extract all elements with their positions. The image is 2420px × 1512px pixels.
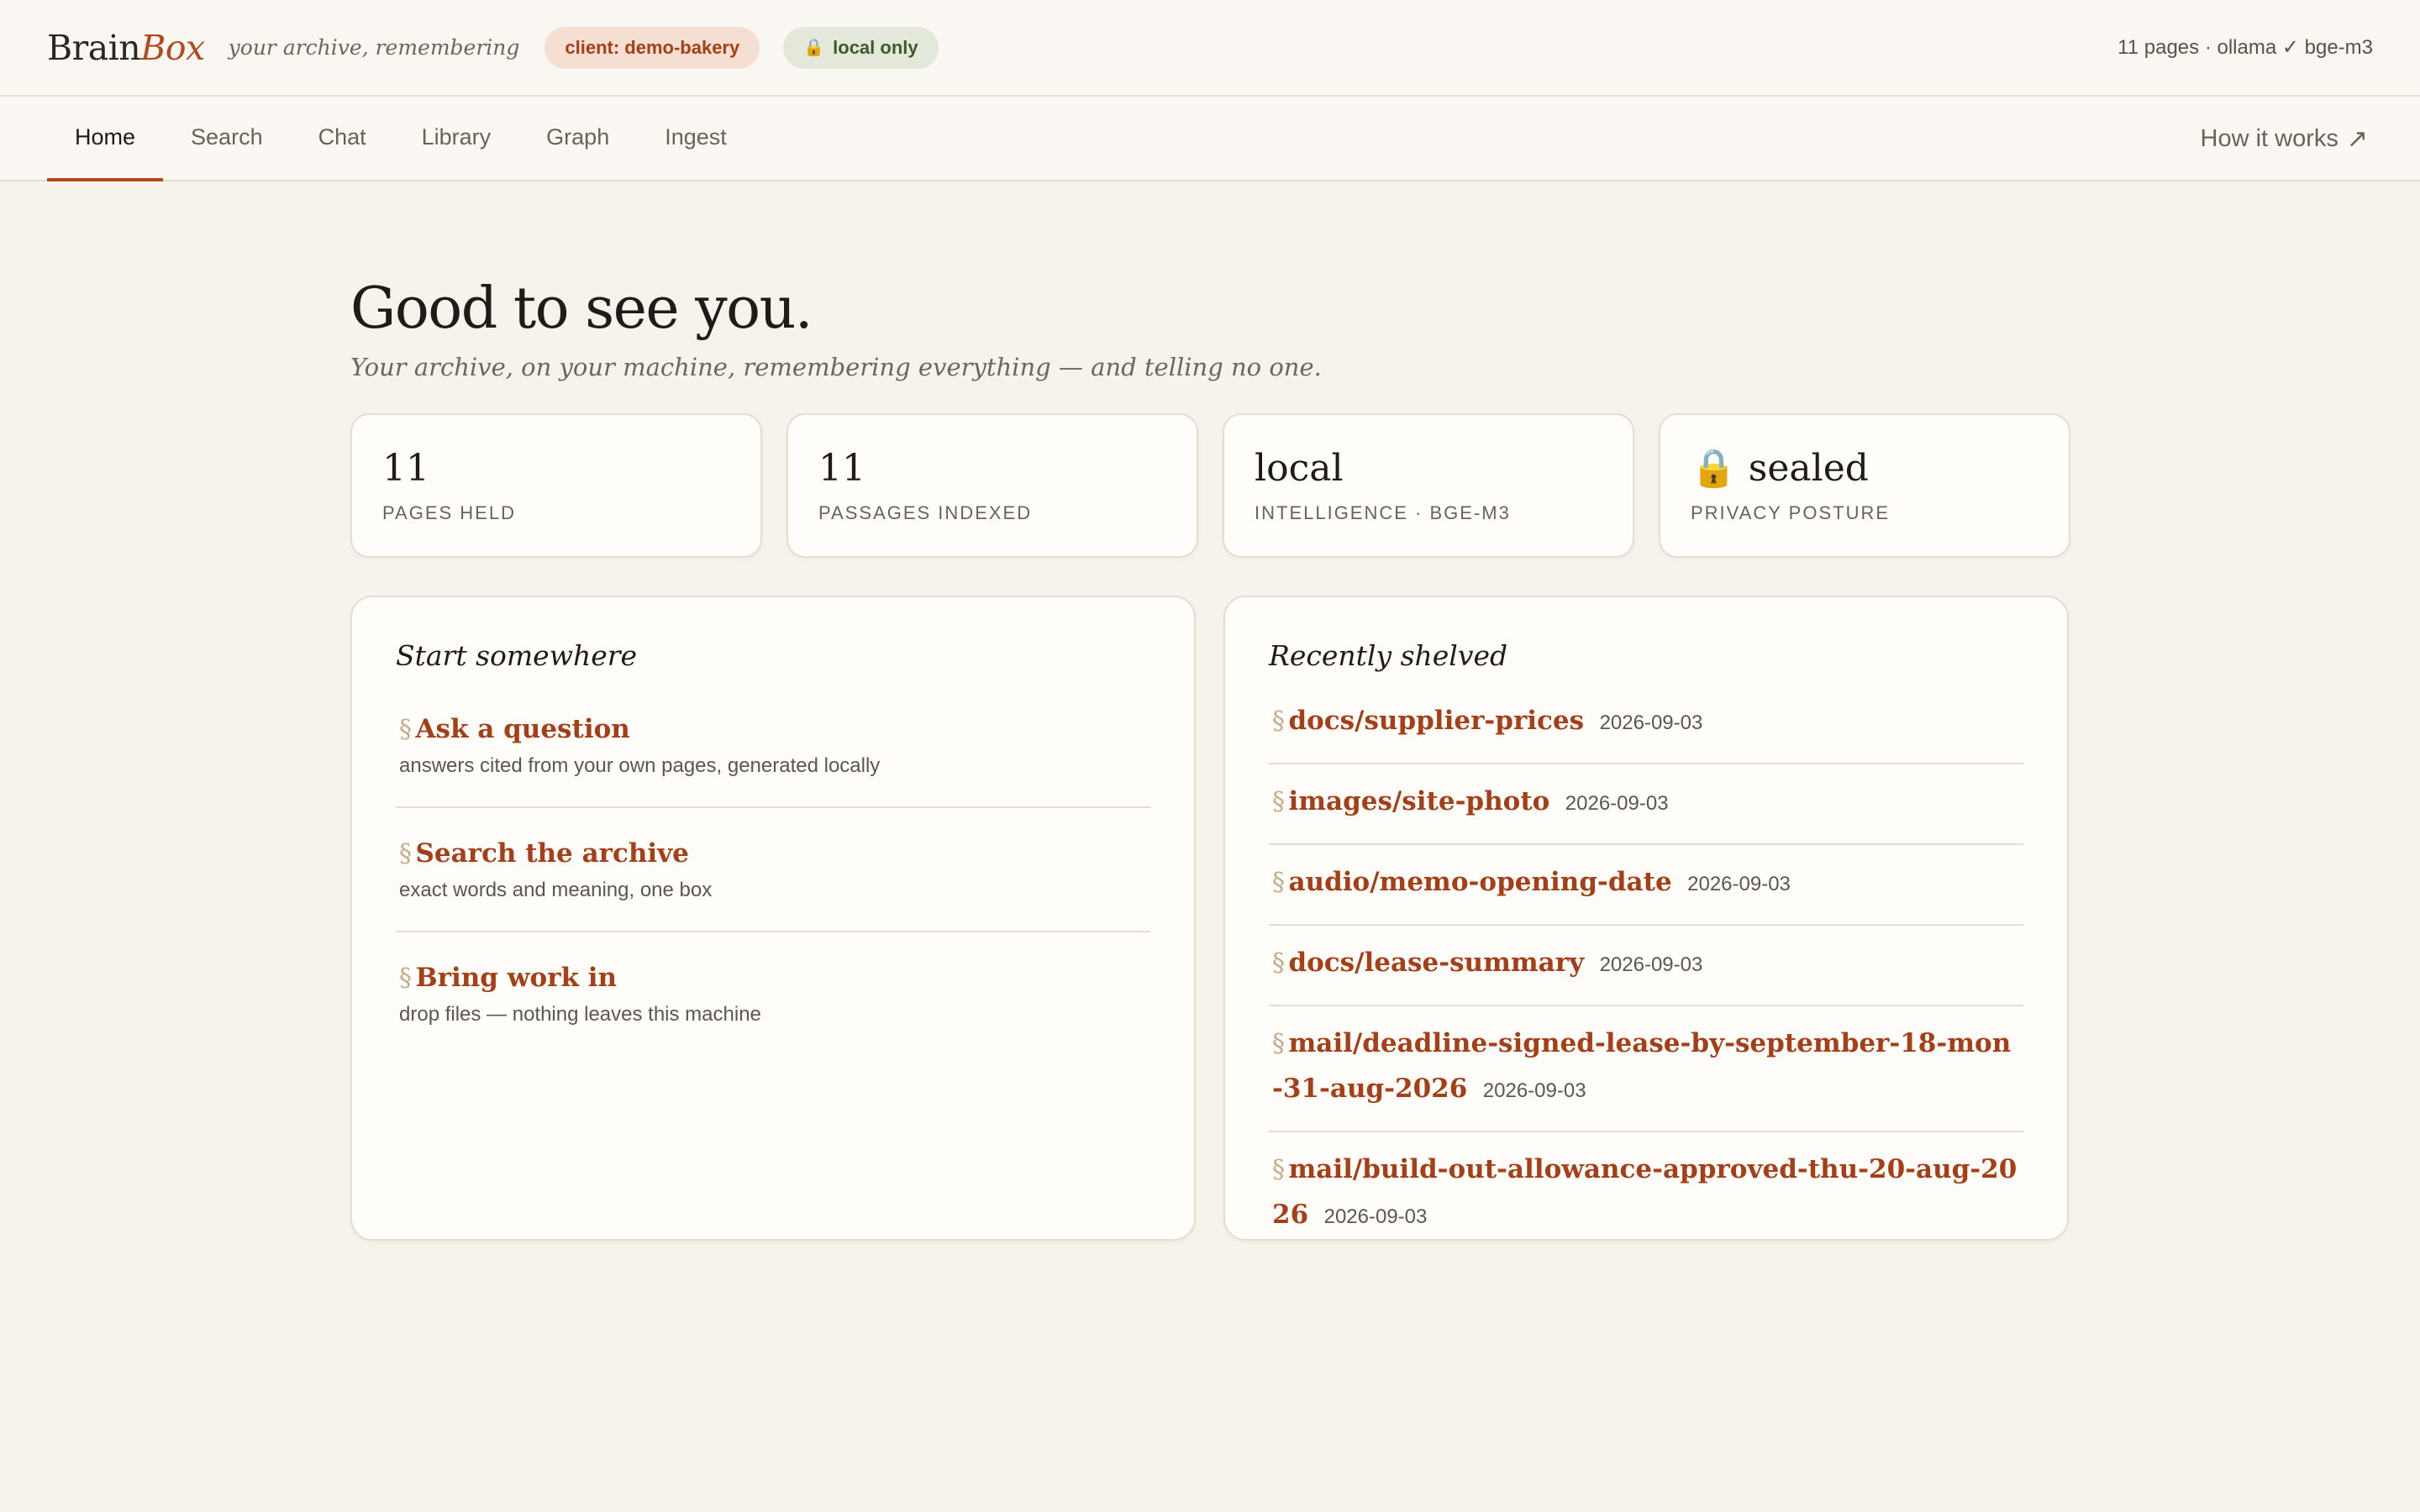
start-somewhere-card: Start somewhere § Ask a question answers… (350, 596, 1196, 1241)
section-mark-icon: § (399, 715, 412, 744)
external-arrow-icon: ↗ (2346, 124, 2368, 153)
stat-value: 11 (382, 447, 429, 490)
section-mark-icon: § (1272, 706, 1285, 736)
list-item: § docs/supplier-prices 2026-09-03 (1269, 672, 2023, 764)
stat-label: Pages held (382, 502, 516, 523)
lock-icon: 🔒 (803, 39, 825, 57)
how-it-works-link[interactable]: How it works ↗ (2201, 97, 2369, 181)
recently-shelved-card: Recently shelved § docs/supplier-prices … (1223, 596, 2069, 1241)
start-item-desc: drop files — nothing leaves this machine (399, 1003, 761, 1026)
local-only-badge: 🔒 local only (783, 26, 939, 69)
client-badge[interactable]: client: demo-bakery (544, 26, 760, 69)
bring-work-in-link[interactable]: Bring work in (415, 963, 617, 993)
section-mark-icon: § (1272, 787, 1285, 816)
tagline: your archive, remembering (228, 35, 520, 60)
section-mark-icon: § (1272, 868, 1285, 897)
recently-shelved-heading: Recently shelved (1269, 639, 1508, 672)
list-item: § images/site-photo 2026-09-03 (1269, 764, 2023, 845)
recent-page-link[interactable]: docs/supplier-prices (1288, 706, 1584, 736)
section-mark-icon: § (1272, 1155, 1285, 1184)
lock-icon: 🔒 (1691, 447, 1737, 490)
stat-intelligence: local Intelligence · bge-m3 (1223, 413, 1634, 558)
recent-page-date: 2026-09-03 (1323, 1205, 1428, 1228)
list-item: § audio/memo-opening-date 2026-09-03 (1269, 845, 2023, 926)
page-title: Good to see you. (350, 276, 813, 342)
start-item-ingest: § Bring work in drop files — nothing lea… (396, 932, 1150, 1055)
brand-accent: Box (140, 27, 205, 68)
tab-library[interactable]: Library (394, 97, 519, 181)
main-content: Good to see you. Your archive, on your m… (0, 281, 2420, 1241)
section-mark-icon: § (1272, 948, 1285, 978)
stat-value-wrapper: 🔒 sealed (1691, 445, 2039, 487)
recent-page-date: 2026-09-03 (1565, 792, 1669, 815)
recent-page-link[interactable]: images/site-photo (1288, 786, 1549, 816)
start-item-ask: § Ask a question answers cited from your… (396, 672, 1150, 808)
list-item: § mail/deadline-signed-lease-by-septembe… (1269, 1006, 2023, 1132)
stats-row: 11 Pages held 11 Passages indexed local … (350, 413, 2420, 558)
app-header: BrainBox your archive, remembering clien… (0, 0, 2420, 97)
recent-page-date: 2026-09-03 (1599, 953, 1703, 976)
stat-passages-indexed: 11 Passages indexed (786, 413, 1198, 558)
page-subtitle: Your archive, on your machine, rememberi… (350, 353, 1322, 381)
recent-page-link[interactable]: audio/memo-opening-date (1288, 867, 1671, 897)
stat-label: Passages indexed (818, 502, 1033, 523)
how-it-works-label: How it works (2200, 124, 2338, 152)
main-nav: Home Search Chat Library Graph Ingest Ho… (0, 97, 2420, 181)
stat-value: 11 (818, 447, 865, 490)
stat-privacy-posture: 🔒 sealed Privacy posture (1659, 413, 2070, 558)
stat-value: sealed (1748, 447, 1869, 490)
brand-logo[interactable]: BrainBox (47, 28, 205, 68)
start-item-desc: answers cited from your own pages, gener… (399, 754, 881, 777)
stat-label: Intelligence · bge-m3 (1255, 502, 1511, 523)
local-only-label: local only (833, 36, 918, 58)
recent-page-link[interactable]: docs/lease-summary (1288, 948, 1584, 978)
recent-page-link[interactable]: mail/deadline-signed-lease-by-september-… (1272, 1028, 2011, 1104)
start-somewhere-heading: Start somewhere (396, 639, 638, 672)
tab-graph[interactable]: Graph (518, 97, 637, 181)
section-mark-icon: § (399, 839, 412, 869)
client-badge-label: client: demo-bakery (565, 36, 740, 58)
list-item: § docs/lease-summary 2026-09-03 (1269, 926, 2023, 1006)
brand-main: Brain (47, 27, 141, 68)
search-archive-link[interactable]: Search the archive (415, 838, 688, 869)
recent-page-date: 2026-09-03 (1599, 711, 1703, 734)
recent-page-date: 2026-09-03 (1482, 1079, 1586, 1102)
stat-pages-held: 11 Pages held (350, 413, 762, 558)
ask-question-link[interactable]: Ask a question (415, 714, 629, 744)
start-item-desc: exact words and meaning, one box (399, 879, 713, 901)
tab-search[interactable]: Search (163, 97, 291, 181)
section-mark-icon: § (1272, 1029, 1285, 1058)
stat-label: Privacy posture (1691, 502, 1891, 523)
tab-ingest[interactable]: Ingest (637, 97, 755, 181)
stat-value: local (1255, 447, 1344, 490)
tab-home[interactable]: Home (47, 97, 164, 181)
section-mark-icon: § (399, 963, 412, 993)
tab-chat[interactable]: Chat (291, 97, 394, 181)
system-status: 11 pages · ollama ✓ bge-m3 (2118, 36, 2373, 59)
list-item: § mail/build-out-allowance-approved-thu-… (1269, 1132, 2023, 1257)
cards-row: Start somewhere § Ask a question answers… (350, 596, 2420, 1241)
recent-page-date: 2026-09-03 (1687, 873, 1791, 895)
start-item-search: § Search the archive exact words and mea… (396, 808, 1150, 932)
